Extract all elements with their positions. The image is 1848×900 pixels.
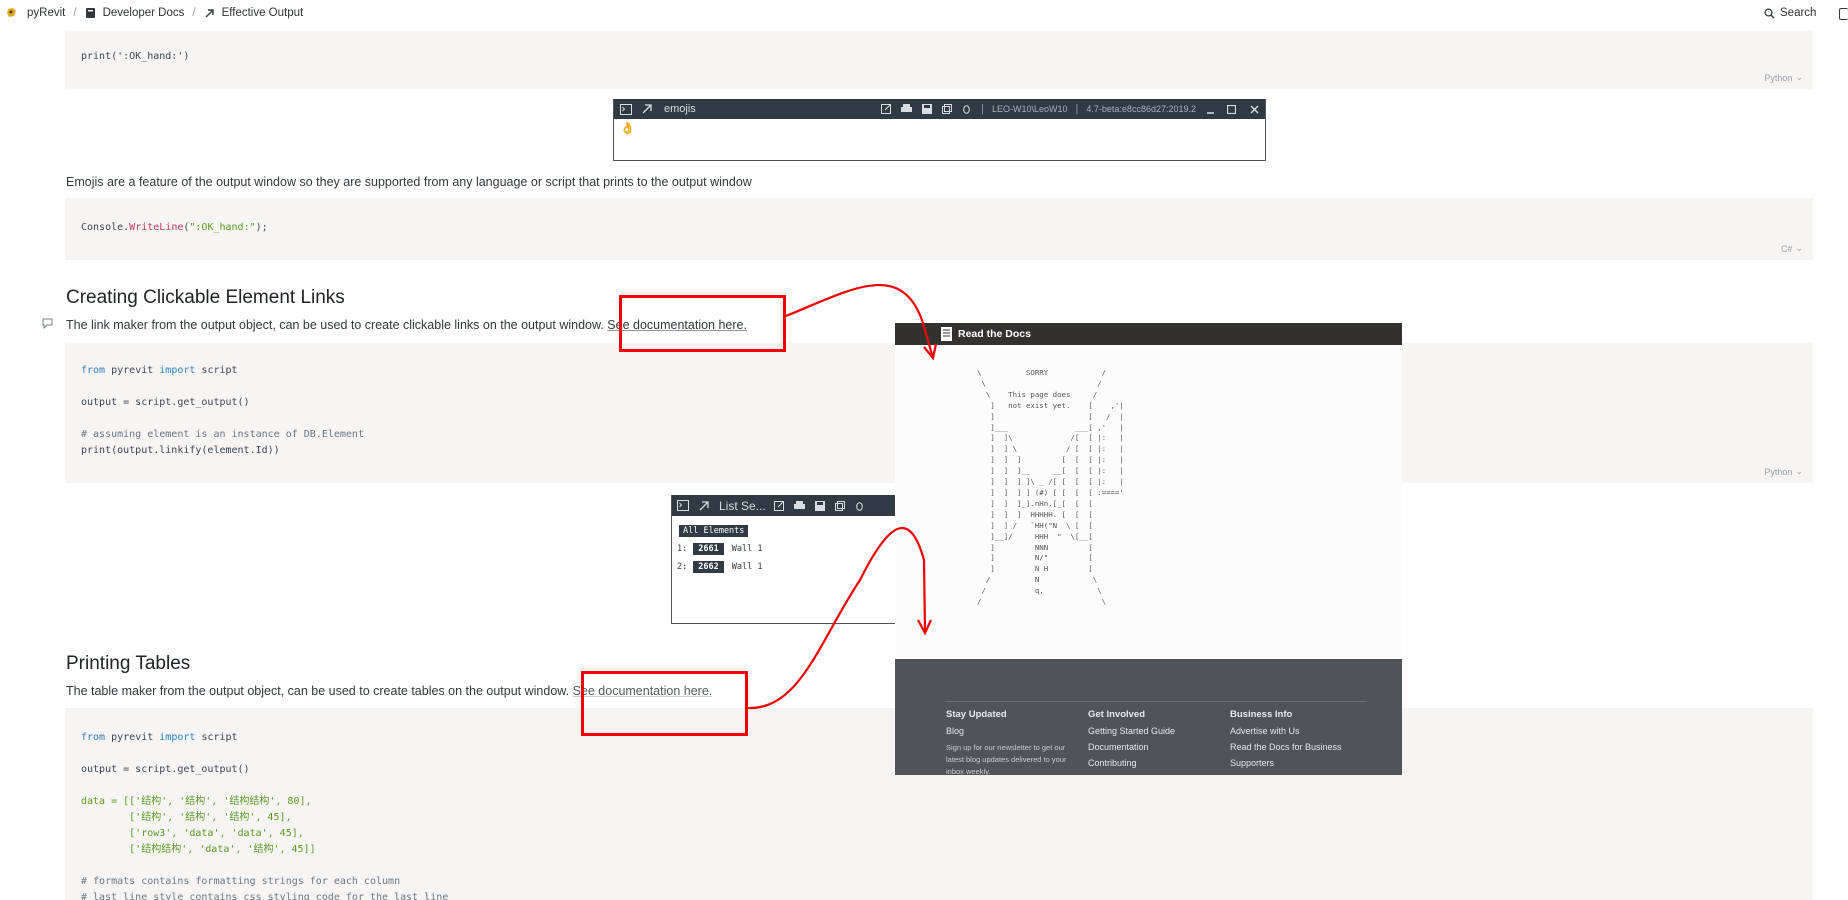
arrow-to-list-window — [747, 526, 927, 710]
annotation-arrows — [747, 283, 938, 710]
arrow-to-rtd-header — [785, 283, 935, 359]
